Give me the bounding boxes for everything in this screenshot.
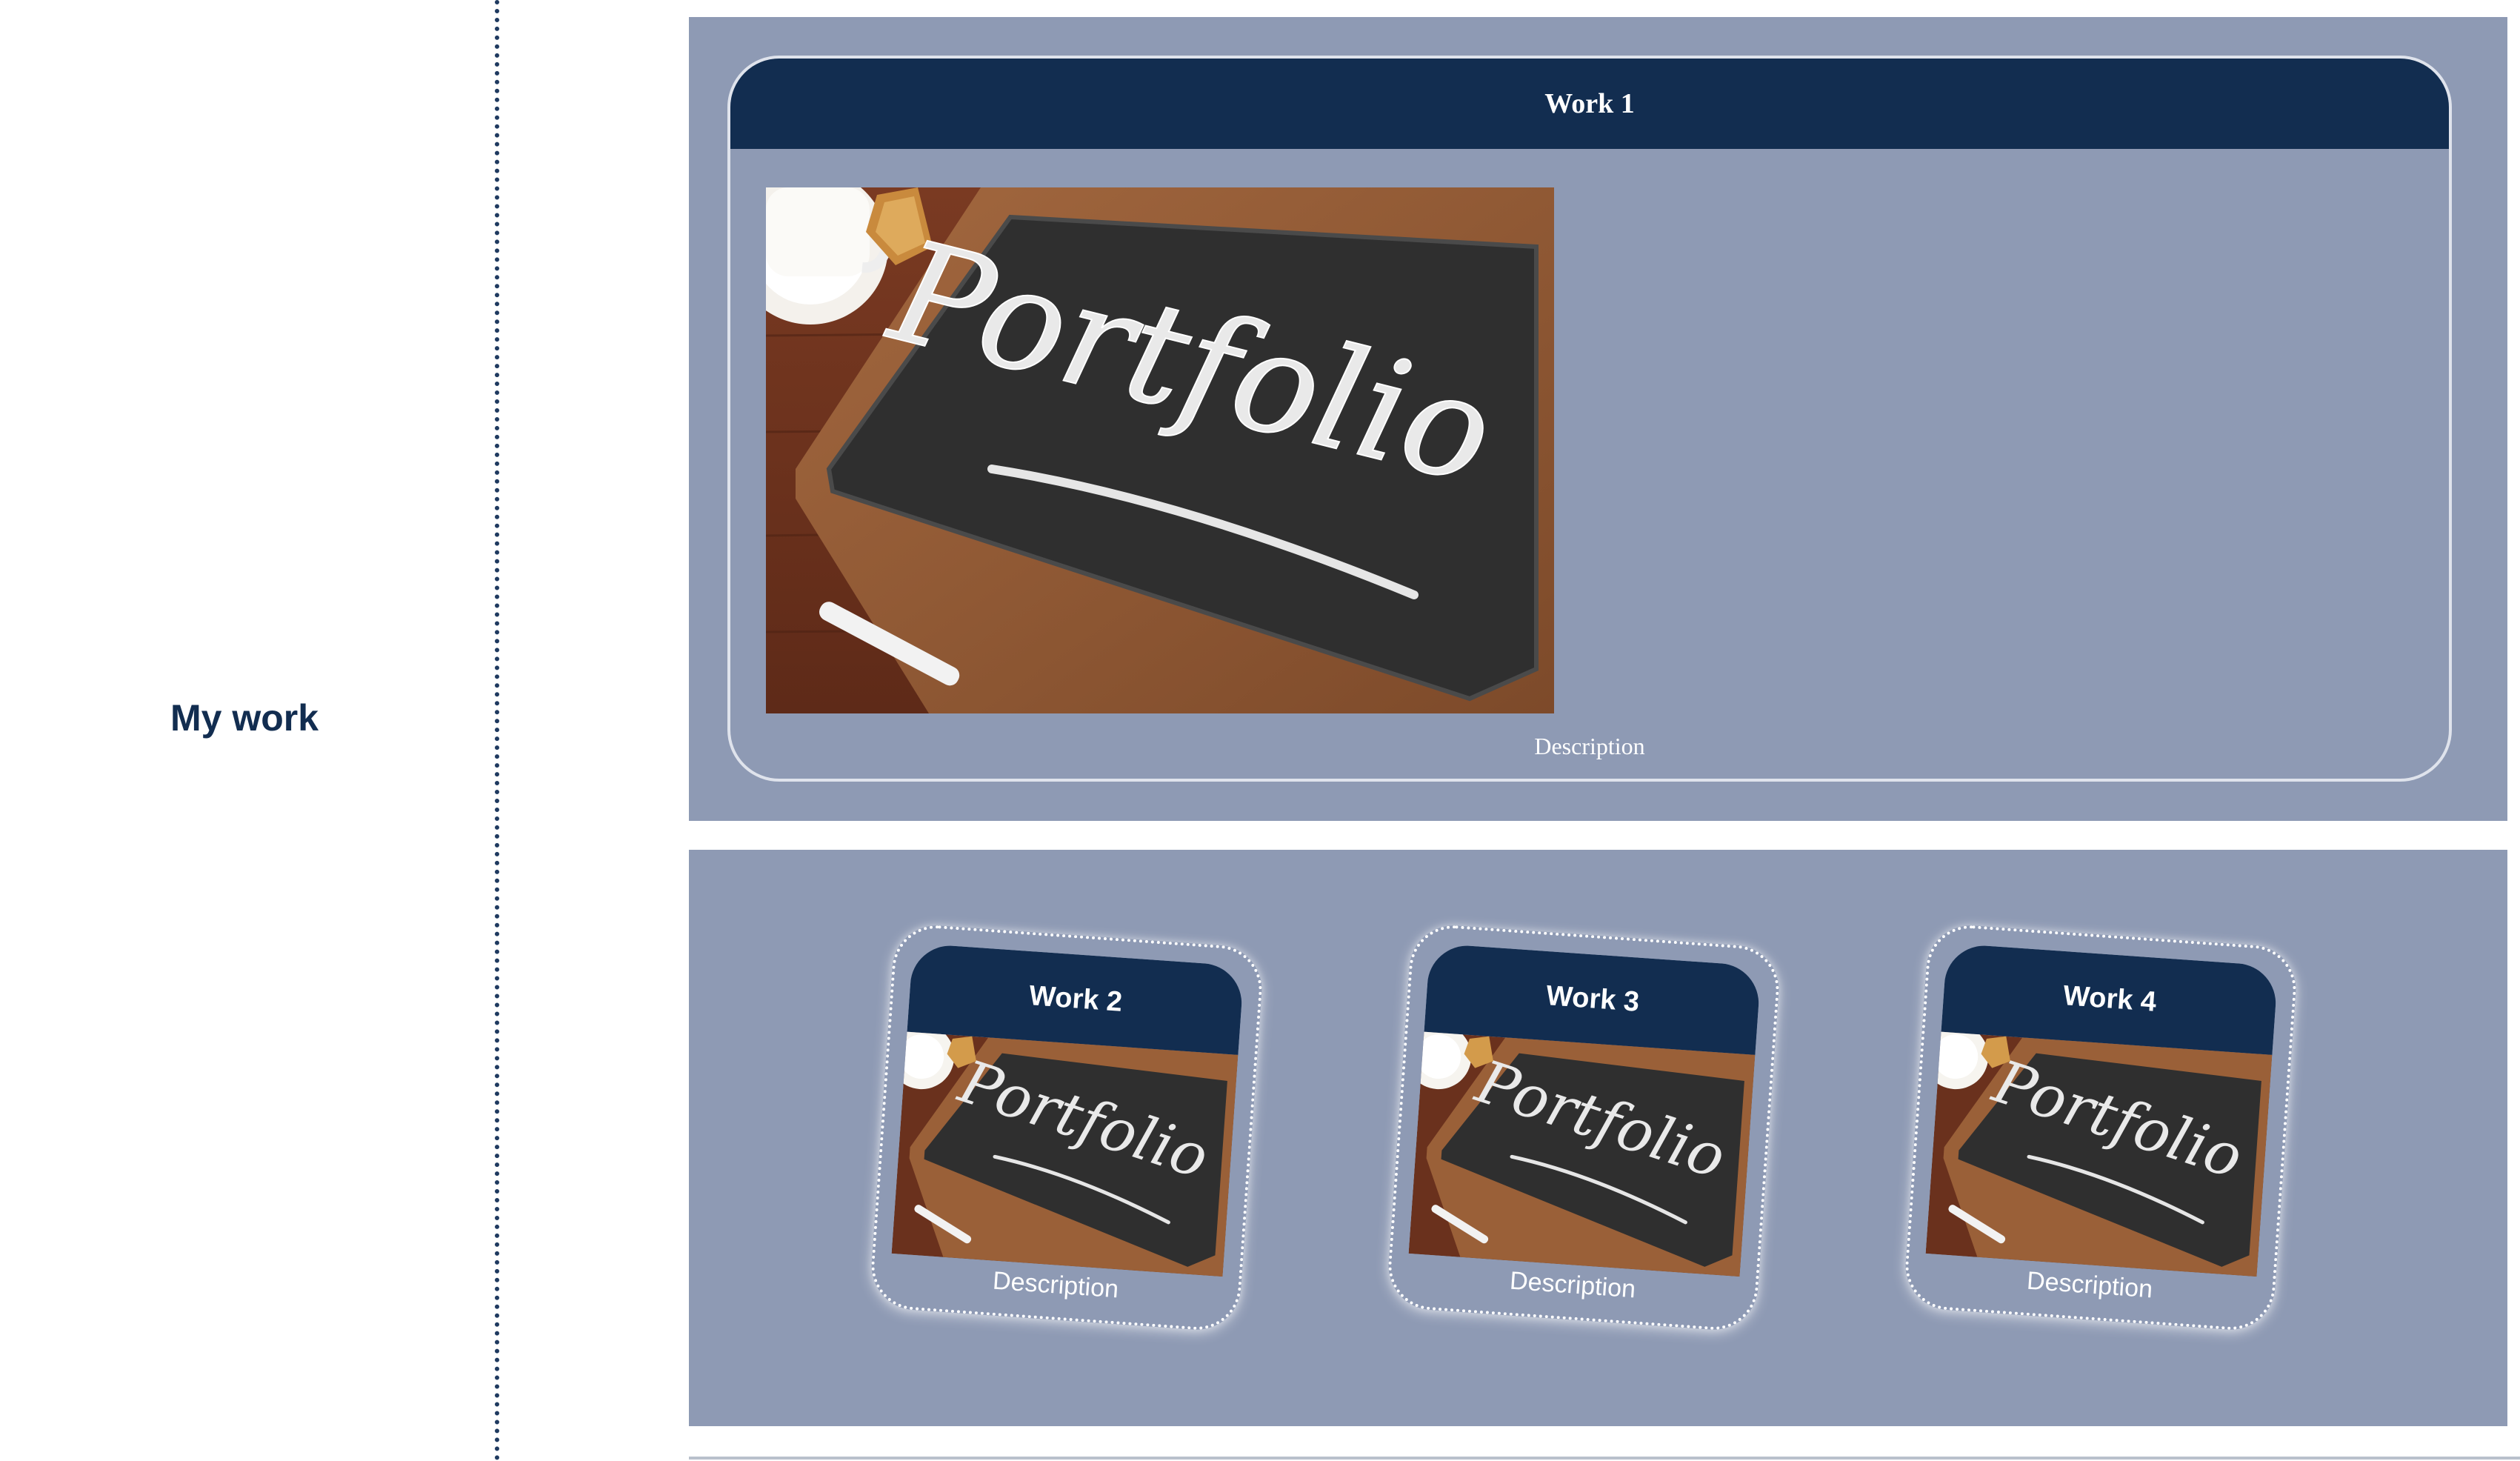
work-card[interactable]: Work 4 Portfolio Description	[1902, 922, 2299, 1333]
portfolio-chalkboard-thumbnail: Portfolio	[891, 1031, 1239, 1277]
work-card-inner: Work 4 Portfolio Description	[1923, 942, 2279, 1314]
work-card-image[interactable]: Portfolio	[1925, 1031, 2273, 1277]
featured-work-title: Work 1	[1544, 88, 1635, 119]
work-card-image[interactable]: Portfolio	[1408, 1031, 1756, 1277]
work-card-title: Work 4	[2061, 979, 2158, 1018]
work-card[interactable]: Work 3 Portfolio Description	[1385, 922, 1782, 1333]
featured-work-card[interactable]: Work 1 Portfolio Description	[727, 56, 2452, 782]
next-section-edge	[689, 1457, 2520, 1460]
featured-work-header: Work 1	[730, 59, 2449, 149]
sidebar-title: My work	[170, 697, 319, 739]
work-card-image[interactable]: Portfolio	[891, 1031, 1239, 1277]
work-card[interactable]: Work 2 Portfolio Description	[868, 922, 1265, 1333]
work-card-title: Work 2	[1027, 979, 1124, 1018]
portfolio-chalkboard-thumbnail: Portfolio	[1925, 1031, 2273, 1277]
work-card-inner: Work 3 Portfolio Description	[1406, 942, 1761, 1314]
featured-work-description: Description	[1534, 733, 1645, 759]
featured-work-panel: Work 1 Portfolio Description	[689, 17, 2507, 821]
sidebar: My work	[0, 0, 495, 1461]
work-card-title: Work 3	[1544, 979, 1641, 1018]
works-gallery-panel: Work 2 Portfolio Description Work 3 Port…	[689, 850, 2507, 1426]
work-card-inner: Work 2 Portfolio Description	[889, 942, 1244, 1314]
sidebar-divider	[495, 0, 499, 1461]
featured-work-image[interactable]: Portfolio	[766, 187, 1554, 713]
portfolio-chalkboard-image: Portfolio	[766, 187, 1554, 713]
portfolio-chalkboard-thumbnail: Portfolio	[1408, 1031, 1756, 1277]
